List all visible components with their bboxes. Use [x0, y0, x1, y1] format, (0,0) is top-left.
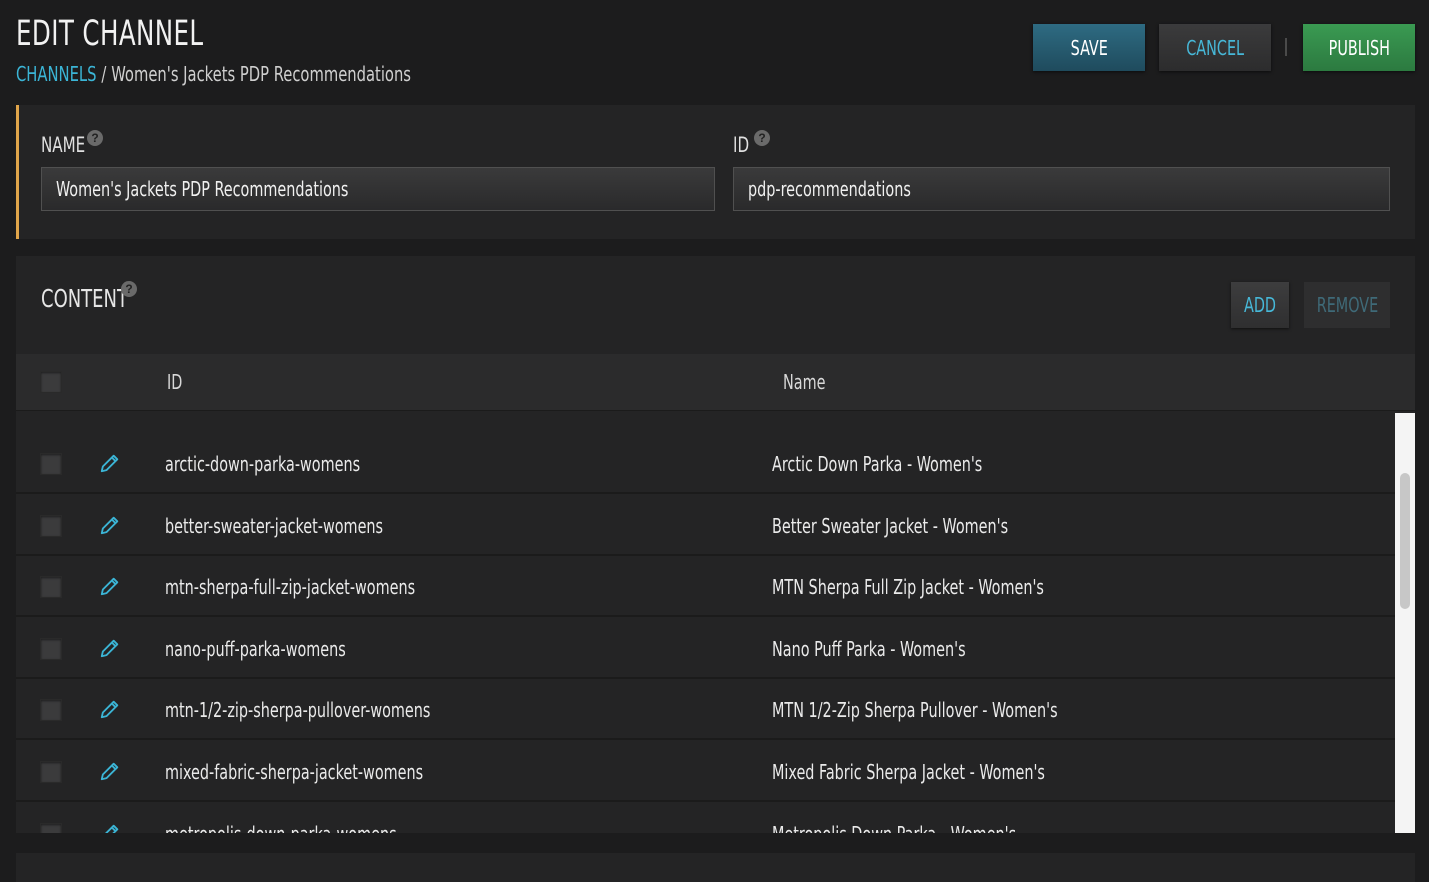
row-name: Metropolis Down Parka - Women's	[772, 822, 1016, 833]
pencil-icon[interactable]	[99, 575, 121, 597]
row-id: mtn-sherpa-full-zip-jacket-womens	[165, 575, 416, 599]
row-checkbox[interactable]	[40, 699, 62, 721]
row-id: nano-puff-parka-womens	[165, 637, 346, 661]
table-header: ID Name	[16, 354, 1415, 411]
table-row[interactable]: nano-puff-parka-womens Nano Puff Parka -…	[16, 619, 1395, 679]
breadcrumb: CHANNELS / Women's Jackets PDP Recommendat…	[16, 62, 411, 86]
pencil-icon[interactable]	[99, 760, 121, 782]
help-icon[interactable]: ?	[754, 130, 770, 146]
table-scrollbar[interactable]	[1395, 413, 1415, 833]
row-name: Arctic Down Parka - Women's	[772, 452, 983, 476]
help-icon[interactable]: ?	[87, 130, 103, 146]
pencil-icon[interactable]	[99, 822, 121, 833]
table-row[interactable]: mtn-1/2-zip-sherpa-pullover-womens MTN 1…	[16, 680, 1395, 740]
column-header-name[interactable]: Name	[783, 370, 825, 394]
table-body: arctic-down-parka-womens Arctic Down Par…	[16, 413, 1395, 833]
row-id: better-sweater-jacket-womens	[165, 514, 384, 538]
channel-details-panel: NAME ? Women's Jackets PDP Recommendatio…	[16, 105, 1415, 239]
page-title: EDIT CHANNEL	[16, 14, 204, 54]
pencil-icon[interactable]	[99, 514, 121, 536]
table-row[interactable]: metropolis-down-parka-womens Metropolis …	[16, 804, 1395, 833]
pencil-icon[interactable]	[99, 452, 121, 474]
table-row[interactable]: mixed-fabric-sherpa-jacket-womens Mixed …	[16, 742, 1395, 802]
id-field[interactable]: pdp-recommendations	[733, 167, 1390, 211]
add-button[interactable]: ADD	[1231, 282, 1289, 328]
scrollbar-thumb[interactable]	[1400, 473, 1410, 609]
remove-button[interactable]: REMOVE	[1304, 282, 1390, 328]
id-label: ID	[733, 133, 750, 157]
table-row[interactable]: arctic-down-parka-womens Arctic Down Par…	[16, 434, 1395, 494]
row-id: mtn-1/2-zip-sherpa-pullover-womens	[165, 698, 431, 722]
publish-button[interactable]: PUBLISH	[1303, 24, 1415, 71]
row-id: mixed-fabric-sherpa-jacket-womens	[165, 760, 424, 784]
select-all-checkbox[interactable]	[40, 371, 62, 393]
row-checkbox[interactable]	[40, 638, 62, 660]
row-name: MTN Sherpa Full Zip Jacket - Women's	[772, 575, 1044, 599]
breadcrumb-current: Women's Jackets PDP Recommendations	[111, 62, 411, 86]
column-header-id[interactable]: ID	[167, 370, 182, 394]
row-checkbox[interactable]	[40, 823, 62, 833]
row-checkbox[interactable]	[40, 576, 62, 598]
row-name: MTN 1/2-Zip Sherpa Pullover - Women's	[772, 698, 1058, 722]
row-id: metropolis-down-parka-womens	[165, 822, 397, 833]
row-id: arctic-down-parka-womens	[165, 452, 361, 476]
row-checkbox[interactable]	[40, 453, 62, 475]
cancel-button[interactable]: CANCEL	[1159, 24, 1271, 71]
bottom-panel	[16, 853, 1415, 882]
content-panel: CONTENT ? ADD REMOVE ID Name arctic-down…	[16, 256, 1415, 833]
row-name: Nano Puff Parka - Women's	[772, 637, 966, 661]
table-row[interactable]: mtn-sherpa-full-zip-jacket-womens MTN Sh…	[16, 557, 1395, 617]
breadcrumb-channels-link[interactable]: CHANNELS	[16, 62, 96, 86]
name-field[interactable]: Women's Jackets PDP Recommendations	[41, 167, 715, 211]
save-button[interactable]: SAVE	[1033, 24, 1145, 71]
pencil-icon[interactable]	[99, 698, 121, 720]
name-label: NAME	[41, 133, 86, 157]
row-checkbox[interactable]	[40, 515, 62, 537]
row-name: Better Sweater Jacket - Women's	[772, 514, 1009, 538]
row-checkbox[interactable]	[40, 761, 62, 783]
help-icon[interactable]: ?	[121, 281, 137, 297]
pencil-icon[interactable]	[99, 637, 121, 659]
row-name: Mixed Fabric Sherpa Jacket - Women's	[772, 760, 1045, 784]
table-row[interactable]: better-sweater-jacket-womens Better Swea…	[16, 496, 1395, 556]
button-divider	[1285, 38, 1287, 56]
breadcrumb-separator: /	[101, 62, 107, 86]
content-title: CONTENT	[41, 284, 128, 313]
